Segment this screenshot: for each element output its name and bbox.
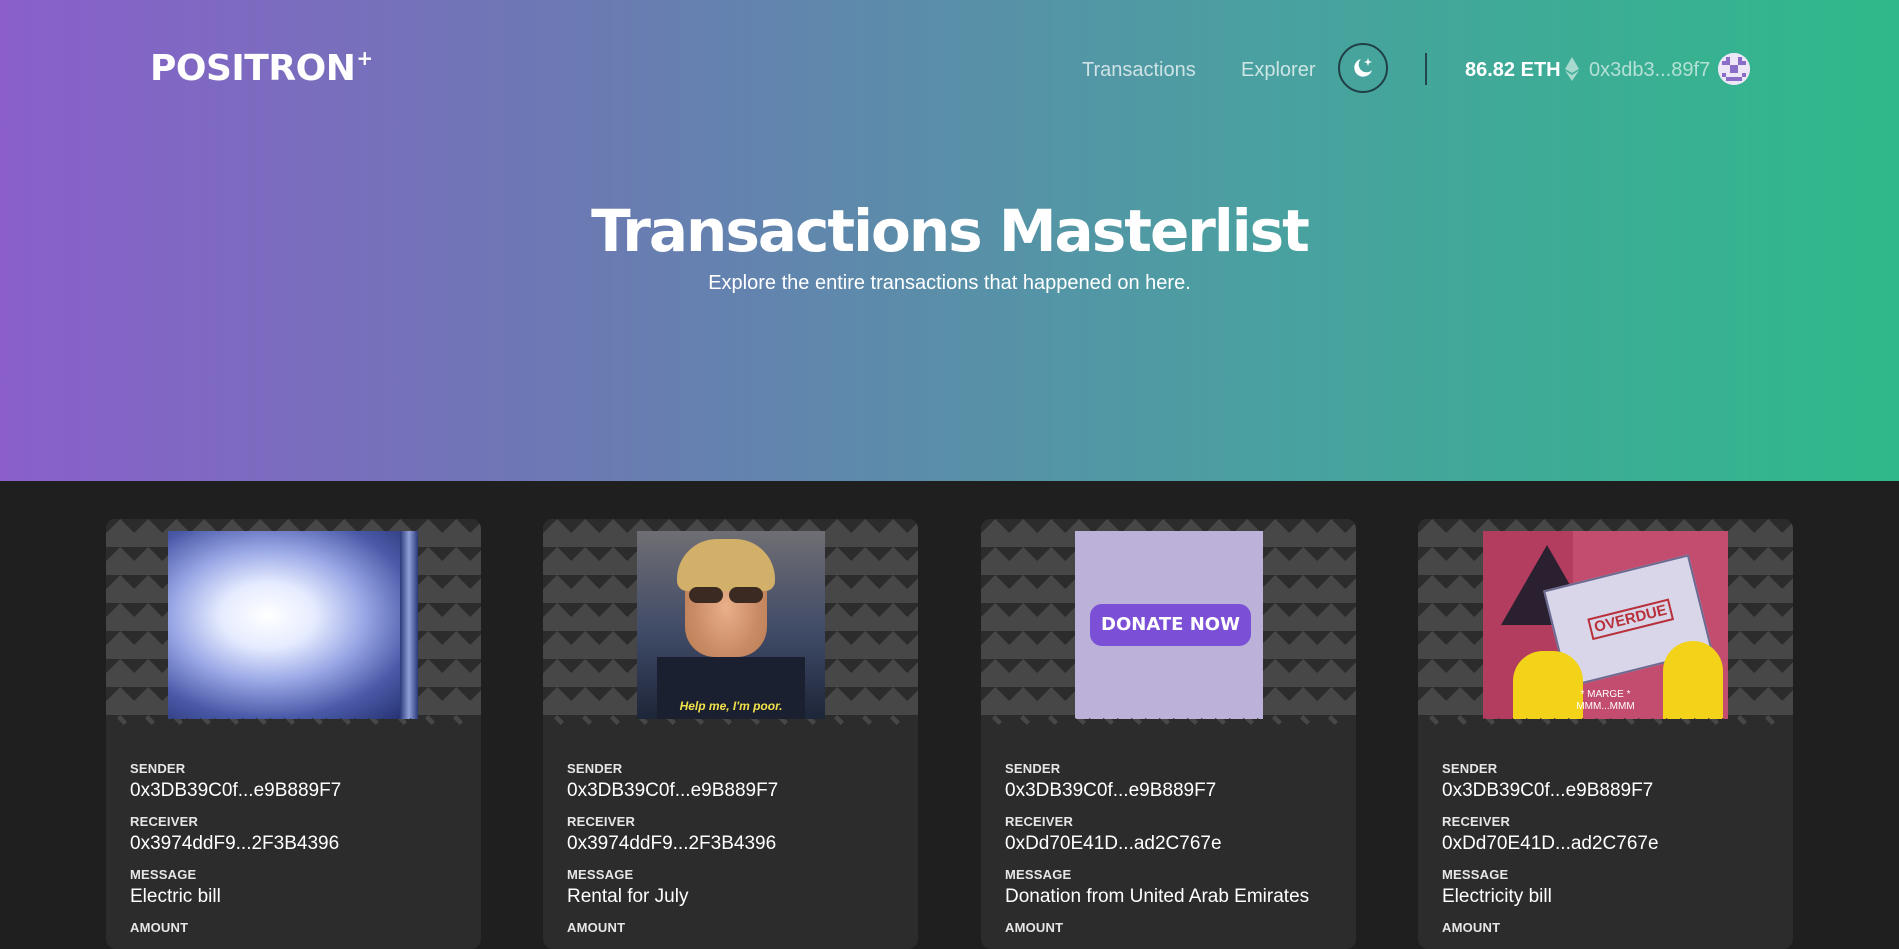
amount-label: AMOUNT: [1442, 920, 1501, 935]
donate-now-gif: DONATE NOW: [1075, 531, 1263, 719]
gif-hair: [677, 539, 775, 591]
receiver-address[interactable]: 0x3974ddF9...2F3B4396: [567, 833, 918, 855]
sender-address[interactable]: 0x3DB39C0f...e9B889F7: [1005, 780, 1356, 802]
identicon-pattern: [1718, 53, 1750, 85]
moon-stars-icon: [1354, 58, 1372, 77]
wallet-address[interactable]: 0x3db3...89f7: [1589, 59, 1710, 82]
positron-logo[interactable]: POSITRON+: [150, 46, 373, 89]
sender-label: SENDER: [130, 761, 186, 776]
sender-label: SENDER: [1442, 761, 1498, 776]
message-value: Donation from United Arab Emirates: [1005, 886, 1310, 907]
donate-now-badge: DONATE NOW: [1090, 604, 1251, 646]
amount-label: AMOUNT: [1005, 920, 1064, 935]
wallet-balance: 86.82 ETH: [1465, 59, 1561, 81]
sender-label: SENDER: [1005, 761, 1061, 776]
identicon-avatar[interactable]: [1718, 53, 1750, 85]
card-media: Help me, I'm poor.: [543, 519, 918, 732]
receiver-label: RECEIVER: [567, 814, 636, 829]
message-value: Rental for July: [567, 886, 689, 907]
sender-address[interactable]: 0x3DB39C0f...e9B889F7: [1442, 780, 1793, 802]
overdue-stamp: OVERDUE: [1587, 598, 1675, 641]
card-media: [106, 519, 481, 732]
page-subtitle: Explore the entire transactions that hap…: [708, 272, 1191, 294]
message-value: Electric bill: [130, 886, 221, 907]
transaction-card[interactable]: Help me, I'm poor. SENDER 0x3DB39C0f...e…: [543, 519, 918, 949]
message-label: MESSAGE: [567, 867, 634, 882]
gif-caption: MMM...MMM: [1576, 701, 1635, 712]
message-label: MESSAGE: [1442, 867, 1509, 882]
gif-sunglasses: [689, 587, 723, 603]
nav-link-transactions[interactable]: Transactions: [1082, 59, 1196, 82]
theme-toggle-button[interactable]: [1338, 43, 1388, 93]
amount-label: AMOUNT: [567, 920, 626, 935]
card-media: OVERDUE * MARGE * MMM...MMM: [1418, 519, 1793, 732]
receiver-label: RECEIVER: [1442, 814, 1511, 829]
help-me-im-poor-gif: Help me, I'm poor.: [637, 531, 825, 719]
transaction-card[interactable]: OVERDUE * MARGE * MMM...MMM SENDER 0x3DB…: [1418, 519, 1793, 949]
receiver-label: RECEIVER: [130, 814, 199, 829]
overdue-bill-gif: OVERDUE * MARGE * MMM...MMM: [1483, 531, 1728, 719]
receiver-address[interactable]: 0xDd70E41D...ad2C767e: [1442, 833, 1793, 855]
receiver-address[interactable]: 0xDd70E41D...ad2C767e: [1005, 833, 1356, 855]
gif-caption: Help me, I'm poor.: [679, 699, 783, 713]
sender-address[interactable]: 0x3DB39C0f...e9B889F7: [130, 780, 481, 802]
transaction-card[interactable]: DONATE NOW SENDER 0x3DB39C0f...e9B889F7 …: [981, 519, 1356, 949]
gif-detail: [400, 531, 418, 719]
ethereum-icon: [1565, 57, 1579, 81]
hero-banner: POSITRON+ Transactions Explorer 86.82 ET…: [0, 0, 1899, 481]
message-value: Electricity bill: [1442, 886, 1552, 907]
card-media: DONATE NOW: [981, 519, 1356, 732]
receiver-address[interactable]: 0x3974ddF9...2F3B4396: [130, 833, 481, 855]
sender-label: SENDER: [567, 761, 623, 776]
electric-flash-gif: [168, 531, 418, 719]
nav-link-explorer[interactable]: Explorer: [1241, 59, 1315, 82]
amount-label: AMOUNT: [130, 920, 189, 935]
gif-sunglasses: [729, 587, 763, 603]
sender-address[interactable]: 0x3DB39C0f...e9B889F7: [567, 780, 918, 802]
transaction-card[interactable]: SENDER 0x3DB39C0f...e9B889F7 RECEIVER 0x…: [106, 519, 481, 949]
header-divider: [1425, 53, 1427, 85]
gif-caption: * MARGE *: [1580, 689, 1631, 700]
page-title: Transactions Masterlist: [591, 197, 1310, 265]
message-label: MESSAGE: [130, 867, 197, 882]
receiver-label: RECEIVER: [1005, 814, 1074, 829]
message-label: MESSAGE: [1005, 867, 1072, 882]
